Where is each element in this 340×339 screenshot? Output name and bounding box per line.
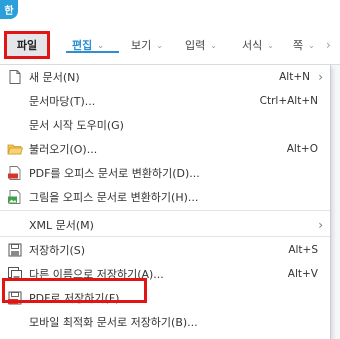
menu-item-open[interactable]: 불러오기(O)... Alt+O	[0, 137, 330, 161]
pdf-icon	[8, 166, 21, 180]
chevron-down-icon: ⌄	[156, 40, 163, 50]
menu-page-label: 쪽	[293, 39, 304, 52]
document-background	[330, 65, 340, 339]
shortcut-label: Ctrl+Alt+N	[259, 95, 318, 107]
menu-item-templates[interactable]: 문서마당(T)... Ctrl+Alt+N	[0, 89, 330, 113]
menu-insert[interactable]: 입력 ⌄	[185, 32, 217, 58]
save-icon	[8, 243, 22, 257]
shortcut-label: Alt+N	[279, 71, 310, 83]
submenu-arrow-icon: ›	[318, 218, 323, 232]
menu-item-label: 그림을 오피스 문서로 변환하기(H)...	[29, 191, 199, 204]
title-strip: 한	[0, 0, 340, 26]
shortcut-label: Alt+S	[288, 244, 318, 256]
menu-insert-label: 입력	[185, 39, 206, 52]
chevron-down-icon: ⌄	[308, 40, 315, 50]
menu-item-xml-document[interactable]: XML 문서(M) ›	[0, 213, 330, 237]
highlight-box	[2, 278, 147, 303]
menu-file-label: 파일	[16, 39, 38, 52]
active-menu-indicator	[66, 51, 119, 53]
menu-page[interactable]: 쪽 ⌄	[293, 32, 315, 58]
menu-item-label: PDF를 오피스 문서로 변환하기(D)...	[29, 167, 200, 180]
new-doc-icon	[9, 70, 21, 84]
menu-separator	[0, 236, 330, 237]
menu-separator	[0, 210, 330, 211]
menu-edit[interactable]: 편집 ⌄	[72, 32, 104, 58]
image-icon	[8, 190, 21, 204]
menu-item-label: 저장하기(S)	[29, 244, 86, 257]
shortcut-label: Alt+V	[287, 268, 318, 280]
menu-file[interactable]: 파일	[4, 31, 50, 59]
menu-item-image-to-office[interactable]: 그림을 오피스 문서로 변환하기(H)...	[0, 185, 330, 209]
submenu-arrow-icon: ›	[318, 70, 323, 84]
menu-item-label: 새 문서(N)	[29, 71, 80, 84]
menu-item-label: 문서마당(T)...	[29, 95, 96, 108]
menu-item-label: XML 문서(M)	[29, 219, 94, 232]
menu-bar: 파일 편집 ⌄ 보기 ⌄ 입력 ⌄ 서식 ⌄ 쪽 ⌄	[0, 26, 340, 65]
menu-format-label: 서식	[242, 39, 263, 52]
menu-item-label: 문서 시작 도우미(G)	[29, 119, 124, 132]
menu-item-save-mobile-optimized[interactable]: 모바일 최적화 문서로 저장하기(B)...	[0, 310, 330, 334]
shortcut-label: Alt+O	[286, 143, 318, 155]
menu-item-label: 불러오기(O)...	[29, 143, 98, 156]
menu-view[interactable]: 보기 ⌄	[131, 32, 163, 58]
menu-item-pdf-to-office[interactable]: PDF를 오피스 문서로 변환하기(D)...	[0, 161, 330, 185]
menubar-overflow-icon[interactable]: ›	[326, 30, 340, 60]
menu-item-start-helper[interactable]: 문서 시작 도우미(G)	[0, 113, 330, 137]
chevron-down-icon: ⌄	[267, 40, 274, 50]
menu-item-new-document[interactable]: 새 문서(N) Alt+N ›	[0, 65, 330, 89]
menu-format[interactable]: 서식 ⌄	[242, 32, 274, 58]
folder-open-icon	[7, 144, 23, 155]
menu-item-save[interactable]: 저장하기(S) Alt+S	[0, 238, 330, 262]
app-logo: 한	[0, 0, 18, 19]
chevron-down-icon: ⌄	[97, 40, 104, 50]
menu-item-label: 모바일 최적화 문서로 저장하기(B)...	[29, 316, 198, 329]
chevron-down-icon: ⌄	[210, 40, 217, 50]
menu-view-label: 보기	[131, 39, 152, 52]
